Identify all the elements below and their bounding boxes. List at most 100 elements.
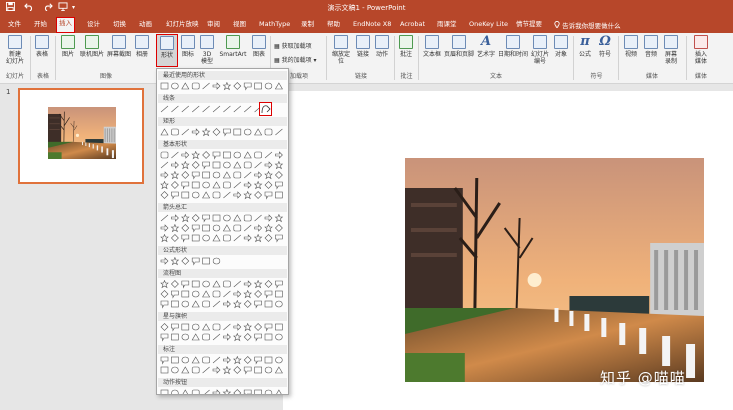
shape-option[interactable] bbox=[264, 161, 273, 169]
tab-emotion[interactable]: 情节提要 bbox=[513, 19, 545, 33]
shape-option[interactable] bbox=[171, 323, 179, 332]
shape-option[interactable] bbox=[254, 82, 262, 90]
shape-option[interactable] bbox=[264, 128, 273, 136]
comment-button[interactable]: 批注 bbox=[397, 35, 415, 58]
shape-option[interactable] bbox=[274, 82, 283, 90]
symbol-button[interactable]: Ω 符号 bbox=[596, 35, 614, 59]
shape-option[interactable] bbox=[233, 366, 242, 374]
shape-option[interactable] bbox=[191, 333, 200, 341]
shape-option[interactable] bbox=[274, 171, 283, 179]
shape-option[interactable] bbox=[222, 82, 232, 91]
shape-option[interactable] bbox=[191, 161, 200, 169]
chart-button[interactable]: 图表 bbox=[250, 35, 268, 58]
shape-option[interactable] bbox=[202, 214, 210, 223]
shape-option[interactable] bbox=[160, 151, 169, 159]
shape-option[interactable] bbox=[223, 300, 231, 308]
shape-option[interactable] bbox=[191, 224, 200, 233]
shape-option[interactable] bbox=[171, 290, 179, 299]
shape-option[interactable] bbox=[191, 214, 200, 222]
shape-option[interactable] bbox=[181, 105, 189, 113]
shape-option[interactable] bbox=[202, 161, 210, 170]
shape-option[interactable] bbox=[181, 224, 190, 232]
shape-option[interactable] bbox=[171, 191, 179, 200]
shape-option[interactable] bbox=[181, 366, 190, 374]
shape-option[interactable] bbox=[222, 171, 231, 179]
shape-option[interactable] bbox=[171, 356, 179, 364]
shape-option[interactable] bbox=[212, 333, 221, 341]
shape-option[interactable] bbox=[160, 82, 169, 90]
shape-option[interactable] bbox=[160, 366, 169, 374]
table-button[interactable]: 表格 bbox=[33, 35, 51, 58]
shape-option[interactable] bbox=[203, 389, 210, 395]
shape-option[interactable] bbox=[222, 224, 231, 232]
zoom-button[interactable]: 缩放定 位 bbox=[330, 35, 352, 65]
shape-option[interactable] bbox=[275, 323, 283, 331]
shape-option[interactable] bbox=[254, 161, 262, 169]
shape-option[interactable] bbox=[233, 280, 241, 288]
tab-record[interactable]: 录制 bbox=[298, 19, 317, 33]
shape-option[interactable] bbox=[170, 280, 179, 288]
tab-home[interactable]: 开始 bbox=[31, 19, 50, 33]
shape-option[interactable] bbox=[275, 280, 283, 289]
shape-option[interactable] bbox=[181, 323, 190, 331]
shape-option[interactable] bbox=[233, 300, 242, 309]
online-picture-button[interactable]: 联机图片 bbox=[79, 35, 105, 58]
shape-option[interactable] bbox=[254, 171, 263, 179]
shape-option[interactable] bbox=[243, 234, 252, 242]
shape-option[interactable] bbox=[264, 356, 273, 364]
shape-option[interactable] bbox=[171, 151, 179, 159]
tab-transitions[interactable]: 切换 bbox=[110, 19, 129, 33]
shape-option[interactable] bbox=[275, 191, 283, 199]
shape-option[interactable] bbox=[275, 356, 283, 364]
shape-option[interactable] bbox=[264, 290, 273, 299]
shape-option[interactable] bbox=[275, 151, 283, 159]
shape-option[interactable] bbox=[223, 356, 231, 364]
shape-option[interactable] bbox=[243, 280, 252, 288]
shape-option[interactable] bbox=[264, 171, 273, 180]
shape-option[interactable] bbox=[212, 366, 221, 374]
shape-option[interactable] bbox=[254, 366, 262, 374]
shape-option[interactable] bbox=[191, 300, 200, 308]
shape-option[interactable] bbox=[201, 128, 211, 137]
shape-option[interactable] bbox=[223, 128, 231, 137]
shape-option[interactable] bbox=[191, 181, 200, 189]
shape-option[interactable] bbox=[212, 290, 221, 298]
shape-option[interactable] bbox=[233, 82, 242, 90]
album-button[interactable]: 相册 bbox=[133, 35, 151, 58]
shape-option[interactable] bbox=[264, 151, 273, 159]
shape-option[interactable] bbox=[222, 389, 232, 396]
shape-option[interactable] bbox=[264, 300, 273, 308]
shape-option[interactable] bbox=[160, 280, 169, 289]
shape-option[interactable] bbox=[212, 300, 221, 308]
shape-option[interactable] bbox=[160, 333, 169, 342]
shape-option[interactable] bbox=[233, 151, 242, 159]
shape-option[interactable] bbox=[243, 82, 252, 91]
insert-media-button[interactable]: 插入 媒体 bbox=[690, 35, 712, 65]
tab-animations[interactable]: 动画 bbox=[136, 19, 155, 33]
shape-option[interactable] bbox=[202, 290, 211, 298]
shape-option[interactable] bbox=[170, 181, 179, 189]
shape-option[interactable] bbox=[254, 333, 262, 342]
shape-option[interactable] bbox=[160, 290, 169, 298]
textbox-button[interactable]: 文本框 bbox=[421, 35, 443, 58]
shape-option[interactable] bbox=[191, 151, 200, 160]
tell-me-box[interactable]: 告诉我你想要做什么 bbox=[554, 20, 621, 30]
shape-option[interactable] bbox=[222, 366, 232, 375]
slide-photo[interactable] bbox=[405, 158, 704, 382]
shape-option[interactable] bbox=[254, 290, 263, 298]
slide-thumbnail[interactable] bbox=[18, 88, 144, 184]
shape-option[interactable] bbox=[233, 214, 242, 222]
tab-file[interactable]: 文件 bbox=[5, 19, 24, 33]
shape-option[interactable] bbox=[181, 290, 190, 298]
shape-option[interactable] bbox=[212, 356, 221, 364]
tab-rain[interactable]: 雨课堂 bbox=[434, 19, 460, 33]
shape-option[interactable] bbox=[191, 257, 200, 266]
shape-option[interactable] bbox=[191, 290, 200, 298]
shape-option[interactable] bbox=[264, 366, 273, 374]
shape-option[interactable] bbox=[202, 181, 210, 189]
video-button[interactable]: 视频 bbox=[622, 35, 640, 58]
shape-option[interactable] bbox=[223, 151, 231, 159]
tab-mathtype[interactable]: MathType bbox=[256, 19, 293, 33]
shape-option[interactable] bbox=[243, 161, 252, 169]
shape-option[interactable] bbox=[202, 234, 210, 242]
